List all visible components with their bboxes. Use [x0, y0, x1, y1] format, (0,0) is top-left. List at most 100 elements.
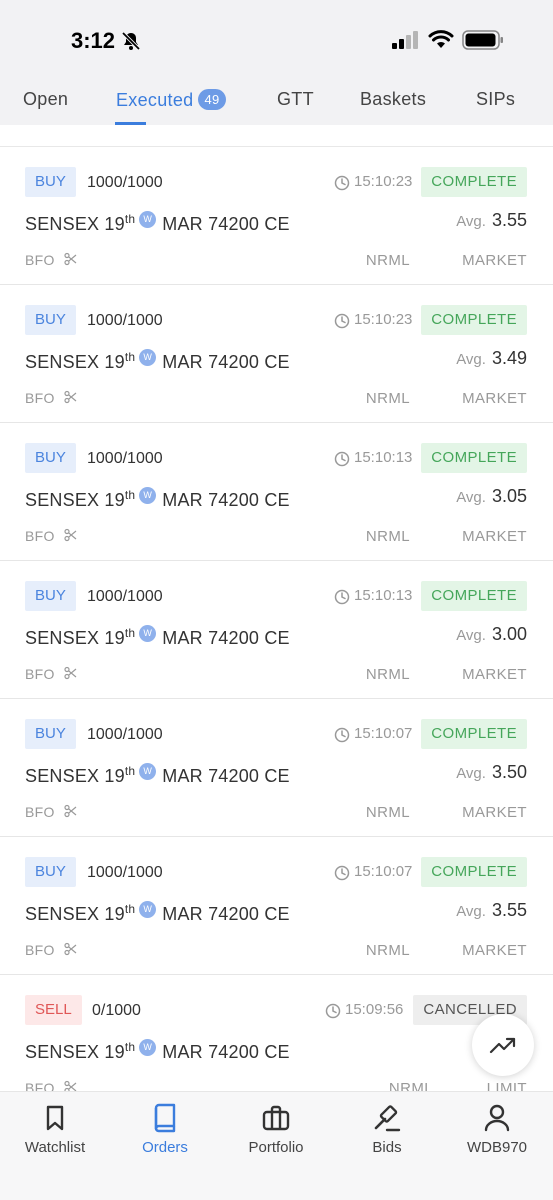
order-quantity: 1000/1000 — [87, 864, 163, 881]
tab-baskets[interactable]: Baskets — [360, 89, 426, 110]
clock-icon — [334, 175, 350, 191]
order-type: MARKET — [462, 942, 527, 959]
nav-portfolio[interactable]: Portfolio — [221, 1092, 331, 1172]
order-status-badge: COMPLETE — [421, 167, 527, 197]
order-status-badge: COMPLETE — [421, 305, 527, 335]
order-side-tag: BUY — [25, 581, 76, 611]
scissors-icon — [64, 804, 77, 818]
status-bar: 3:12 — [0, 0, 553, 76]
order-row[interactable]: BUY 1000/1000 15:10:07 COMPLETE SENSEX 1… — [0, 699, 553, 837]
tab-executed[interactable]: Executed 49 — [116, 89, 226, 111]
order-type: MARKET — [462, 804, 527, 821]
nav-profile[interactable]: WDB970 — [442, 1092, 552, 1172]
order-type: MARKET — [462, 666, 527, 683]
scissors-icon — [64, 252, 77, 266]
order-time: 15:10:13 — [354, 449, 413, 466]
order-row[interactable]: BUY 1000/1000 15:10:23 COMPLETE SENSEX 1… — [0, 285, 553, 423]
weekly-expiry-badge: W — [139, 487, 157, 504]
clock-icon — [334, 727, 350, 743]
order-type: MARKET — [462, 252, 527, 269]
instrument-name: SENSEX 19th W MAR 74200 CE — [25, 901, 290, 924]
product-type: NRML — [365, 390, 410, 407]
book-icon — [154, 1103, 176, 1133]
clock-icon — [325, 1003, 341, 1019]
trending-up-icon — [489, 1037, 516, 1054]
average-price: Avg. 3.00 — [456, 624, 527, 644]
exchange-label: BFO — [25, 942, 55, 958]
average-price: Avg. 3.55 — [456, 900, 527, 920]
chart-fab-button[interactable] — [472, 1014, 534, 1076]
order-status-badge: COMPLETE — [421, 719, 527, 749]
order-row[interactable]: SELL 0/1000 15:09:56 CANCELLED SENSEX 19… — [0, 975, 553, 1091]
order-row[interactable]: BUY 1000/1000 15:10:13 COMPLETE SENSEX 1… — [0, 561, 553, 699]
executed-count-badge: 49 — [198, 89, 226, 110]
product-type: NRML — [388, 1080, 433, 1091]
bookmark-icon — [46, 1105, 64, 1131]
order-status-badge: COMPLETE — [421, 443, 527, 473]
clock-icon — [334, 589, 350, 605]
gavel-icon — [374, 1105, 401, 1132]
order-row[interactable]: BUY 1000/1000 15:10:23 COMPLETE SENSEX 1… — [0, 147, 553, 285]
instrument-name: SENSEX 19th W MAR 74200 CE — [25, 211, 290, 234]
order-quantity: 1000/1000 — [87, 450, 163, 467]
user-icon — [484, 1104, 510, 1132]
order-row[interactable]: BUY 1000/1000 15:10:13 COMPLETE SENSEX 1… — [0, 423, 553, 561]
product-type: NRML — [365, 528, 410, 545]
order-time: 15:10:13 — [354, 587, 413, 604]
scissors-icon — [64, 1080, 77, 1091]
clock-icon — [334, 451, 350, 467]
exchange-label: BFO — [25, 804, 55, 820]
exchange-label: BFO — [25, 252, 55, 268]
exchange-label: BFO — [25, 528, 55, 544]
exchange-label: BFO — [25, 390, 55, 406]
instrument-name: SENSEX 19th W MAR 74200 CE — [25, 1039, 290, 1062]
cellular-signal-icon — [392, 31, 418, 49]
order-quantity: 1000/1000 — [87, 174, 163, 191]
order-time: 15:10:23 — [354, 311, 413, 328]
tab-open[interactable]: Open — [23, 89, 68, 110]
clock-icon — [334, 313, 350, 329]
weekly-expiry-badge: W — [139, 625, 157, 642]
average-price: Avg. 3.05 — [456, 486, 527, 506]
nav-bids[interactable]: Bids — [332, 1092, 442, 1172]
average-price: Avg. 3.55 — [456, 210, 527, 230]
order-time: 15:10:07 — [354, 725, 413, 742]
nav-orders[interactable]: Orders — [110, 1092, 220, 1172]
briefcase-icon — [262, 1105, 290, 1131]
product-type: NRML — [365, 804, 410, 821]
weekly-expiry-badge: W — [139, 349, 157, 366]
status-time: 3:12 — [71, 28, 116, 53]
weekly-expiry-badge: W — [139, 1039, 157, 1056]
average-price: Avg. 3.50 — [456, 762, 527, 782]
product-type: NRML — [365, 666, 410, 683]
instrument-name: SENSEX 19th W MAR 74200 CE — [25, 349, 290, 372]
scissors-icon — [64, 942, 77, 956]
order-side-tag: BUY — [25, 167, 76, 197]
exchange-label: BFO — [25, 1080, 55, 1091]
instrument-name: SENSEX 19th W MAR 74200 CE — [25, 763, 290, 786]
executed-orders-list[interactable]: BUY 1000/1000 15:10:23 COMPLETE SENSEX 1… — [0, 125, 553, 1091]
tab-sips[interactable]: SIPs — [476, 89, 515, 110]
order-status-badge: COMPLETE — [421, 857, 527, 887]
order-type: LIMIT — [486, 1080, 527, 1091]
product-type: NRML — [365, 942, 410, 959]
tab-gtt[interactable]: GTT — [277, 89, 314, 110]
nav-watchlist[interactable]: Watchlist — [0, 1092, 110, 1172]
order-quantity: 1000/1000 — [87, 726, 163, 743]
order-side-tag: BUY — [25, 857, 76, 887]
clock-icon — [334, 865, 350, 881]
weekly-expiry-badge: W — [139, 211, 157, 228]
order-type: MARKET — [462, 528, 527, 545]
scissors-icon — [64, 528, 77, 542]
average-price: Avg. 3.49 — [456, 348, 527, 368]
bell-off-icon — [121, 31, 141, 51]
order-time: 15:10:07 — [354, 863, 413, 880]
order-quantity: 0/1000 — [92, 1002, 141, 1019]
order-side-tag: SELL — [25, 995, 82, 1025]
weekly-expiry-badge: W — [139, 763, 157, 780]
order-tabs: Open Executed 49 GTT Baskets SIPs — [0, 76, 553, 125]
weekly-expiry-badge: W — [139, 901, 157, 918]
order-side-tag: BUY — [25, 305, 76, 335]
order-side-tag: BUY — [25, 443, 76, 473]
order-row[interactable]: BUY 1000/1000 15:10:07 COMPLETE SENSEX 1… — [0, 837, 553, 975]
